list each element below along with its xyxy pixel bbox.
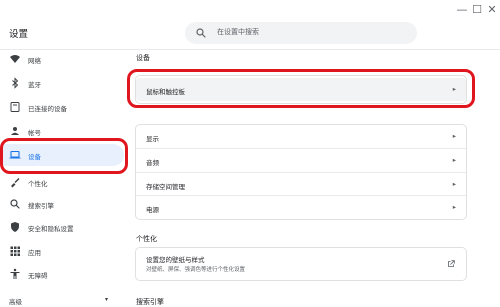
row-subtitle: 对壁纸、屏保、强调色等进行个性化设置 [146,267,246,273]
sidebar-item-bluetooth[interactable]: 蓝牙 [0,72,124,94]
device-card: 显示 ▸ 音频 ▸ 存储空间管理 ▸ 电源 ▸ [136,125,466,219]
sidebar-item-accessibility[interactable]: 无障碍 [0,263,124,285]
sidebar-item-label: 设备 [28,153,41,161]
settings-row-audio[interactable]: 音频 ▸ [136,148,466,171]
sidebar-item-account[interactable]: 帐号 [0,120,124,142]
apps-grid-icon [10,246,20,256]
sidebar-item-label: 安全和隐私设置 [28,225,74,233]
close-button[interactable]: ✕ [485,3,499,17]
search-input[interactable]: 在设置中搜索 [185,22,417,44]
connected-devices-icon [10,102,20,112]
account-icon [11,127,19,135]
row-label: 存储空间管理 [146,183,185,191]
accessibility-icon [10,268,20,279]
settings-row-mouse-touchpad[interactable]: 鼠标和触控板 ▸ [136,78,466,101]
chevron-right-icon: ▸ [452,203,456,211]
sidebar-item-search-engine[interactable]: 搜索引擎 [0,193,124,215]
laptop-icon [9,150,21,159]
search-icon [196,28,206,38]
sidebar-item-label: 帐号 [28,129,41,137]
sidebar-item-security-privacy[interactable]: 安全和隐私设置 [0,216,124,238]
bluetooth-icon [12,77,19,89]
settings-row-power[interactable]: 电源 ▸ [136,195,466,218]
sidebar-item-connected-devices[interactable]: 已连接的设备 [0,96,124,118]
shield-icon [11,222,19,232]
settings-header: 设置 在设置中搜索 [0,16,500,50]
mouse-card: 鼠标和触控板 ▸ [136,76,466,103]
wifi-icon [10,55,20,63]
settings-row-display[interactable]: 显示 ▸ [136,125,466,148]
chevron-right-icon: ▸ [452,180,456,188]
settings-row-wallpaper-style[interactable]: 设置您的壁纸与样式 对壁纸、屏保、强调色等进行个性化设置 [136,248,466,280]
sidebar-item-personalization[interactable]: 个性化 [0,171,124,193]
personalization-card: 设置您的壁纸与样式 对壁纸、屏保、强调色等进行个性化设置 [136,248,466,280]
row-label: 鼠标和触控板 [146,88,185,96]
section-heading-device: 设备 [136,54,150,62]
sidebar-item-label: 已连接的设备 [28,105,67,113]
chevron-right-icon: ▸ [452,156,456,164]
sidebar-item-label: 应用 [28,249,41,257]
section-heading-search-engine: 搜索引擎 [136,298,164,306]
row-label: 音频 [146,159,159,167]
search-icon [10,199,20,209]
row-label: 显示 [146,135,159,143]
sidebar-item-label: 个性化 [28,180,48,188]
sidebar-item-device[interactable]: 设备 [0,144,124,166]
row-title: 设置您的壁纸与样式 [146,256,205,264]
sidebar-item-apps[interactable]: 应用 [0,240,124,262]
chevron-right-icon: ▸ [452,132,456,140]
sidebar-item-network[interactable]: 网络 [0,48,124,70]
sidebar-item-label: 无障碍 [28,272,48,280]
brush-icon [11,178,20,188]
sidebar-item-label: 搜索引擎 [28,202,54,210]
sidebar-item-label: 蓝牙 [28,81,41,89]
settings-row-storage[interactable]: 存储空间管理 ▸ [136,172,466,195]
chevron-right-icon: ▸ [452,85,456,93]
chevron-down-icon[interactable]: ▾ [105,296,108,303]
page-title: 设置 [9,29,29,40]
maximize-button[interactable]: ☐ [470,3,484,17]
sidebar-item-label: 网络 [28,57,41,65]
minimize-button[interactable]: — [455,3,469,17]
sidebar-advanced-toggle[interactable]: 高级 [9,296,22,306]
section-heading-personalization: 个性化 [136,235,157,243]
row-label: 电源 [146,206,159,214]
search-placeholder: 在设置中搜索 [217,28,259,36]
open-external-icon [448,260,455,267]
settings-content: 设备 鼠标和触控板 ▸ 显示 ▸ 音频 ▸ 存储空间管理 ▸ 电源 ▸ 个性化 … [128,50,500,307]
